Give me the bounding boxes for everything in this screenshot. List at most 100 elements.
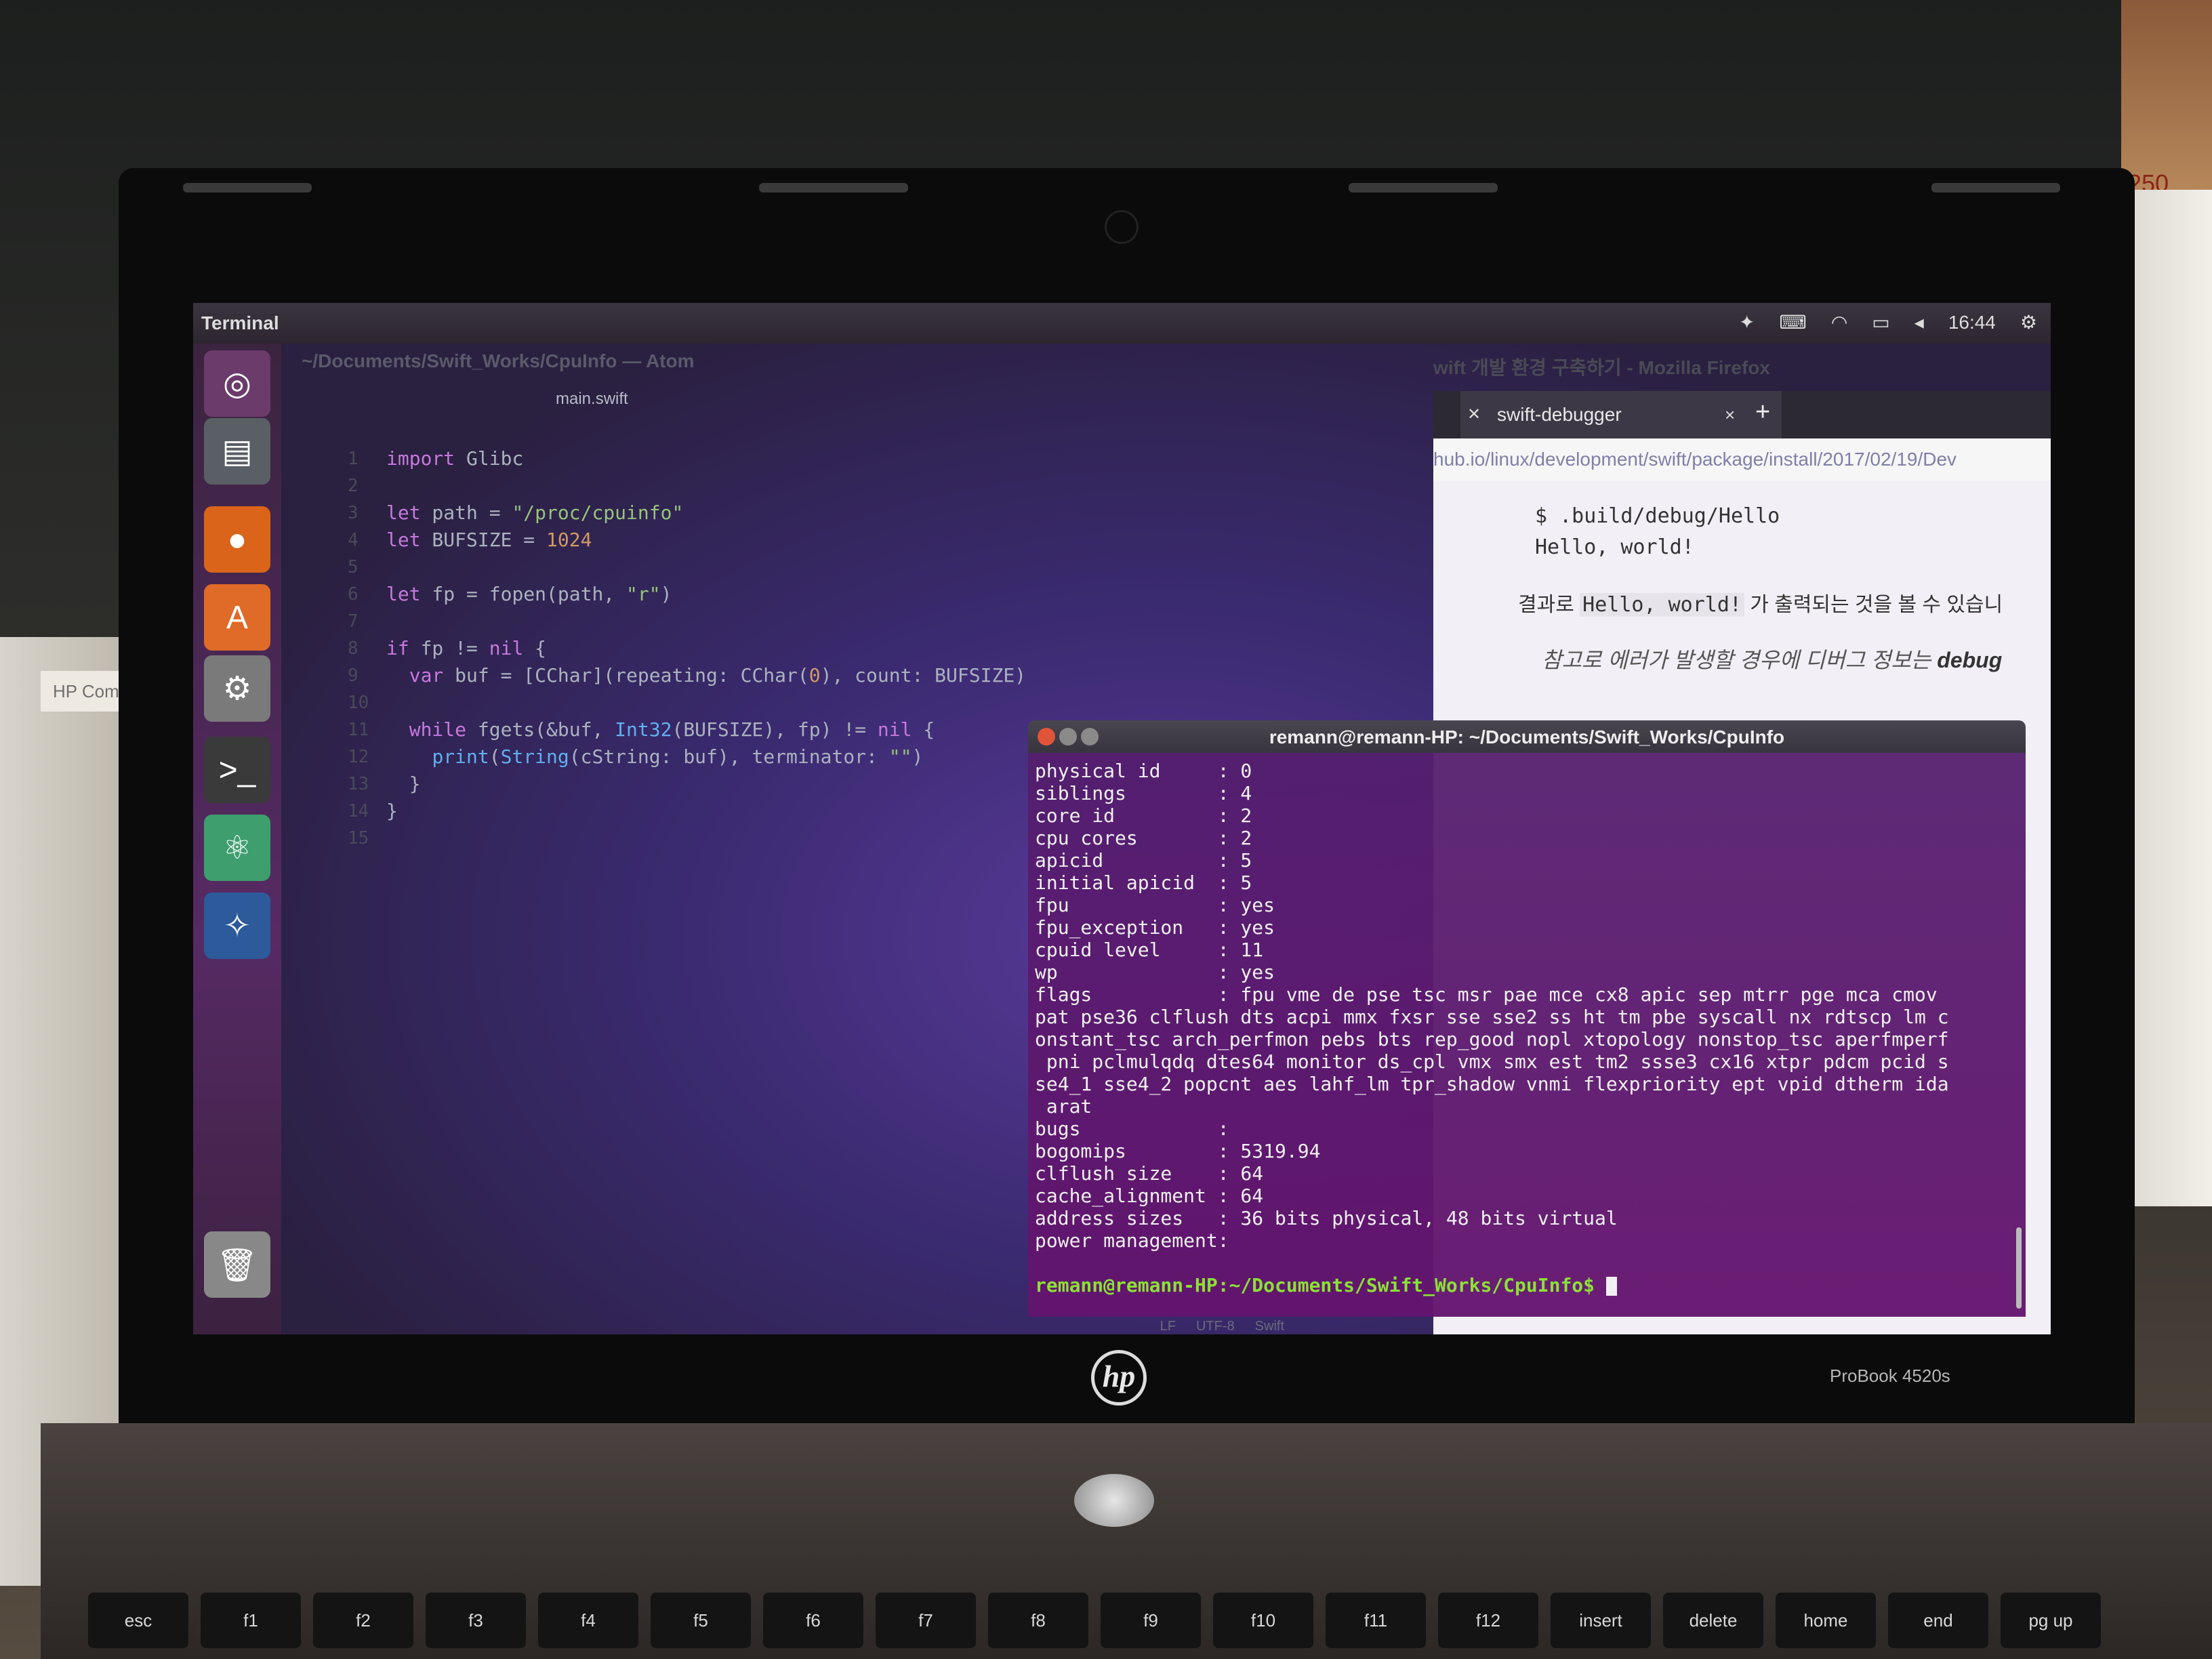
hp-logo: hp — [1091, 1350, 1147, 1406]
status-item[interactable]: UTF-8 — [1196, 1319, 1235, 1334]
key-f11[interactable]: f11 — [1326, 1593, 1426, 1648]
key-pg-up[interactable]: pg up — [2001, 1593, 2101, 1648]
key-f2[interactable]: f2 — [313, 1593, 413, 1648]
terminal-line: cpu cores : 2 — [1035, 827, 1252, 849]
active-app-title: Terminal — [201, 312, 279, 333]
article-paragraph: 결과로 Hello, world! 가 출력되는 것을 볼 수 있습니 — [1518, 593, 2003, 617]
key-delete[interactable]: delete — [1663, 1593, 1763, 1648]
terminal-line: bogomips : 5319.94 — [1035, 1140, 1321, 1162]
ubuntu-dash-icon[interactable]: ◎ — [204, 350, 270, 417]
terminal-line: fpu : yes — [1035, 894, 1275, 916]
url-bar[interactable]: hub.io/linux/development/swift/package/i… — [1433, 438, 2051, 480]
key-f1[interactable]: f1 — [201, 1593, 301, 1648]
terminal-line: physical id : 0 — [1035, 760, 1252, 782]
battery-icon[interactable]: ▭ — [1872, 311, 1889, 333]
close-tab-icon[interactable]: ✕ — [1467, 405, 1481, 424]
code-line: while fgets(&buf, Int32(BUFSIZE), fp) !=… — [409, 718, 935, 741]
terminal-window[interactable]: remann@remann-HP: ~/Documents/Swift_Work… — [1028, 720, 2026, 1317]
terminal-title: remann@remann-HP: ~/Documents/Swift_Work… — [1269, 726, 1785, 747]
code-line: let path = "/proc/cpuinfo" — [386, 501, 684, 524]
key-f4[interactable]: f4 — [538, 1593, 638, 1648]
atom-status-bar: LF UTF-8 Swift — [1140, 1319, 1284, 1334]
terminal-line: flags : fpu vme de pse tsc msr pae mce c… — [1035, 983, 1938, 1006]
terminal-line: address sizes : 36 bits physical, 48 bit… — [1035, 1207, 1618, 1229]
code-block-line: Hello, world! — [1535, 535, 1694, 559]
line-number: 10 — [348, 693, 369, 713]
firefox-tab-bar: ✕ swift-debugger × + — [1433, 391, 2051, 438]
software-center-icon[interactable]: A — [204, 584, 270, 651]
clock[interactable]: 16:44 — [1948, 312, 1996, 333]
firefox-tab[interactable]: ✕ swift-debugger × — [1460, 391, 1782, 438]
bezel-bumper — [183, 183, 312, 192]
terminal-line: pni pclmulqdq dtes64 monitor ds_cpl vmx … — [1035, 1050, 1949, 1073]
terminal-body[interactable]: physical id : 0 siblings : 4 core id : 2 cp… — [1028, 753, 2026, 1317]
atom-icon[interactable]: ⚛ — [204, 815, 270, 881]
key-insert[interactable]: insert — [1551, 1593, 1651, 1648]
terminal-output: physical id : 0 siblings : 4 core id : 2 cp… — [1035, 760, 2012, 1296]
key-home[interactable]: home — [1776, 1593, 1876, 1648]
status-item[interactable]: LF — [1160, 1319, 1176, 1334]
line-number: 7 — [348, 611, 359, 632]
screen: ~/Documents/Swift_Works/CpuInfo — Atom m… — [193, 303, 2051, 1334]
key-esc[interactable]: esc — [88, 1593, 188, 1648]
dropbox-icon[interactable]: ✦ — [1739, 311, 1755, 333]
terminal-scrollbar[interactable] — [2016, 1227, 2022, 1309]
bezel-bumper — [759, 183, 908, 192]
key-end[interactable]: end — [1888, 1593, 1988, 1648]
wifi-icon[interactable]: ◠ — [1831, 311, 1847, 333]
status-item[interactable]: Swift — [1255, 1319, 1284, 1334]
keyboard-function-row: esc f1 f2 f3 f4 f5 f6 f7 f8 f9 f10 f11 f12 insert dele… — [88, 1593, 2212, 1654]
article-paragraph-italic: 참고로 에러가 발생할 경우에 디버그 정보는 debug — [1542, 648, 2003, 672]
settings-gear-icon[interactable]: ⚙ — [2020, 311, 2037, 333]
webcam — [1105, 210, 1139, 244]
code-line: import Glibc — [386, 447, 524, 470]
tab-main-swift[interactable]: main.swift — [556, 390, 628, 409]
system-tray: ✦ ⌨ ◠ ▭ ◂ 16:44 ⚙ — [1739, 311, 2037, 333]
mysql-workbench-icon[interactable]: ✧ — [204, 893, 270, 959]
terminal-prompt-line[interactable]: remann@remann-HP:~/Documents/Swift_Works… — [1035, 1274, 2012, 1296]
terminal-line: siblings : 4 — [1035, 782, 1252, 804]
key-f5[interactable]: f5 — [651, 1593, 751, 1648]
code-editor[interactable]: import Glibc let path = "/proc/cpuinfo" l… — [386, 445, 1026, 852]
files-icon[interactable]: ▤ — [204, 418, 270, 485]
keyboard-icon[interactable]: ⌨ — [1779, 311, 1806, 333]
line-number: 12 — [348, 747, 369, 767]
terminal-line: arat — [1035, 1095, 1092, 1118]
power-button[interactable] — [1074, 1474, 1154, 1527]
key-f12[interactable]: f12 — [1438, 1593, 1538, 1648]
key-f10[interactable]: f10 — [1213, 1593, 1313, 1648]
key-f7[interactable]: f7 — [876, 1593, 976, 1648]
bezel-bumper — [1931, 183, 2060, 192]
close-tab-icon[interactable]: × — [1725, 405, 1735, 426]
terminal-line: fpu_exception : yes — [1035, 916, 1275, 939]
line-number: 11 — [348, 720, 369, 740]
volume-icon[interactable]: ◂ — [1914, 311, 1924, 333]
key-f3[interactable]: f3 — [426, 1593, 526, 1648]
line-number: 4 — [348, 530, 359, 550]
code-line: print(String(cString: buf), terminator: … — [432, 745, 924, 768]
code-block: $ .build/debug/Hello Hello, world! — [1535, 501, 1780, 563]
key-f6[interactable]: f6 — [763, 1593, 863, 1648]
trash-icon[interactable]: 🗑 — [204, 1231, 270, 1298]
firefox-icon[interactable]: ● — [204, 506, 270, 573]
terminal-line: power management: — [1035, 1229, 1229, 1252]
line-number: 3 — [348, 503, 359, 523]
code-line: let fp = fopen(path, "r") — [386, 583, 672, 605]
key-f8[interactable]: f8 — [988, 1593, 1088, 1648]
terminal-title-bar[interactable]: remann@remann-HP: ~/Documents/Swift_Work… — [1028, 720, 2026, 753]
code-line: let BUFSIZE = 1024 — [386, 529, 592, 551]
system-settings-icon[interactable]: ⚙ — [204, 655, 270, 722]
line-number: 1 — [348, 449, 359, 469]
terminal-line: se4_1 sse4_2 popcnt aes lahf_lm tpr_shad… — [1035, 1073, 1949, 1095]
line-number: 14 — [348, 801, 369, 821]
line-number: 13 — [348, 774, 369, 794]
key-f9[interactable]: f9 — [1101, 1593, 1201, 1648]
terminal-line: wp : yes — [1035, 961, 1275, 983]
terminal-line: bugs : — [1035, 1118, 1229, 1140]
new-tab-plus-icon[interactable]: + — [1755, 398, 1770, 427]
terminal-line: core id : 2 — [1035, 804, 1252, 827]
code-line: if fp != nil { — [386, 637, 547, 659]
terminal-icon[interactable]: >_ — [204, 737, 270, 803]
